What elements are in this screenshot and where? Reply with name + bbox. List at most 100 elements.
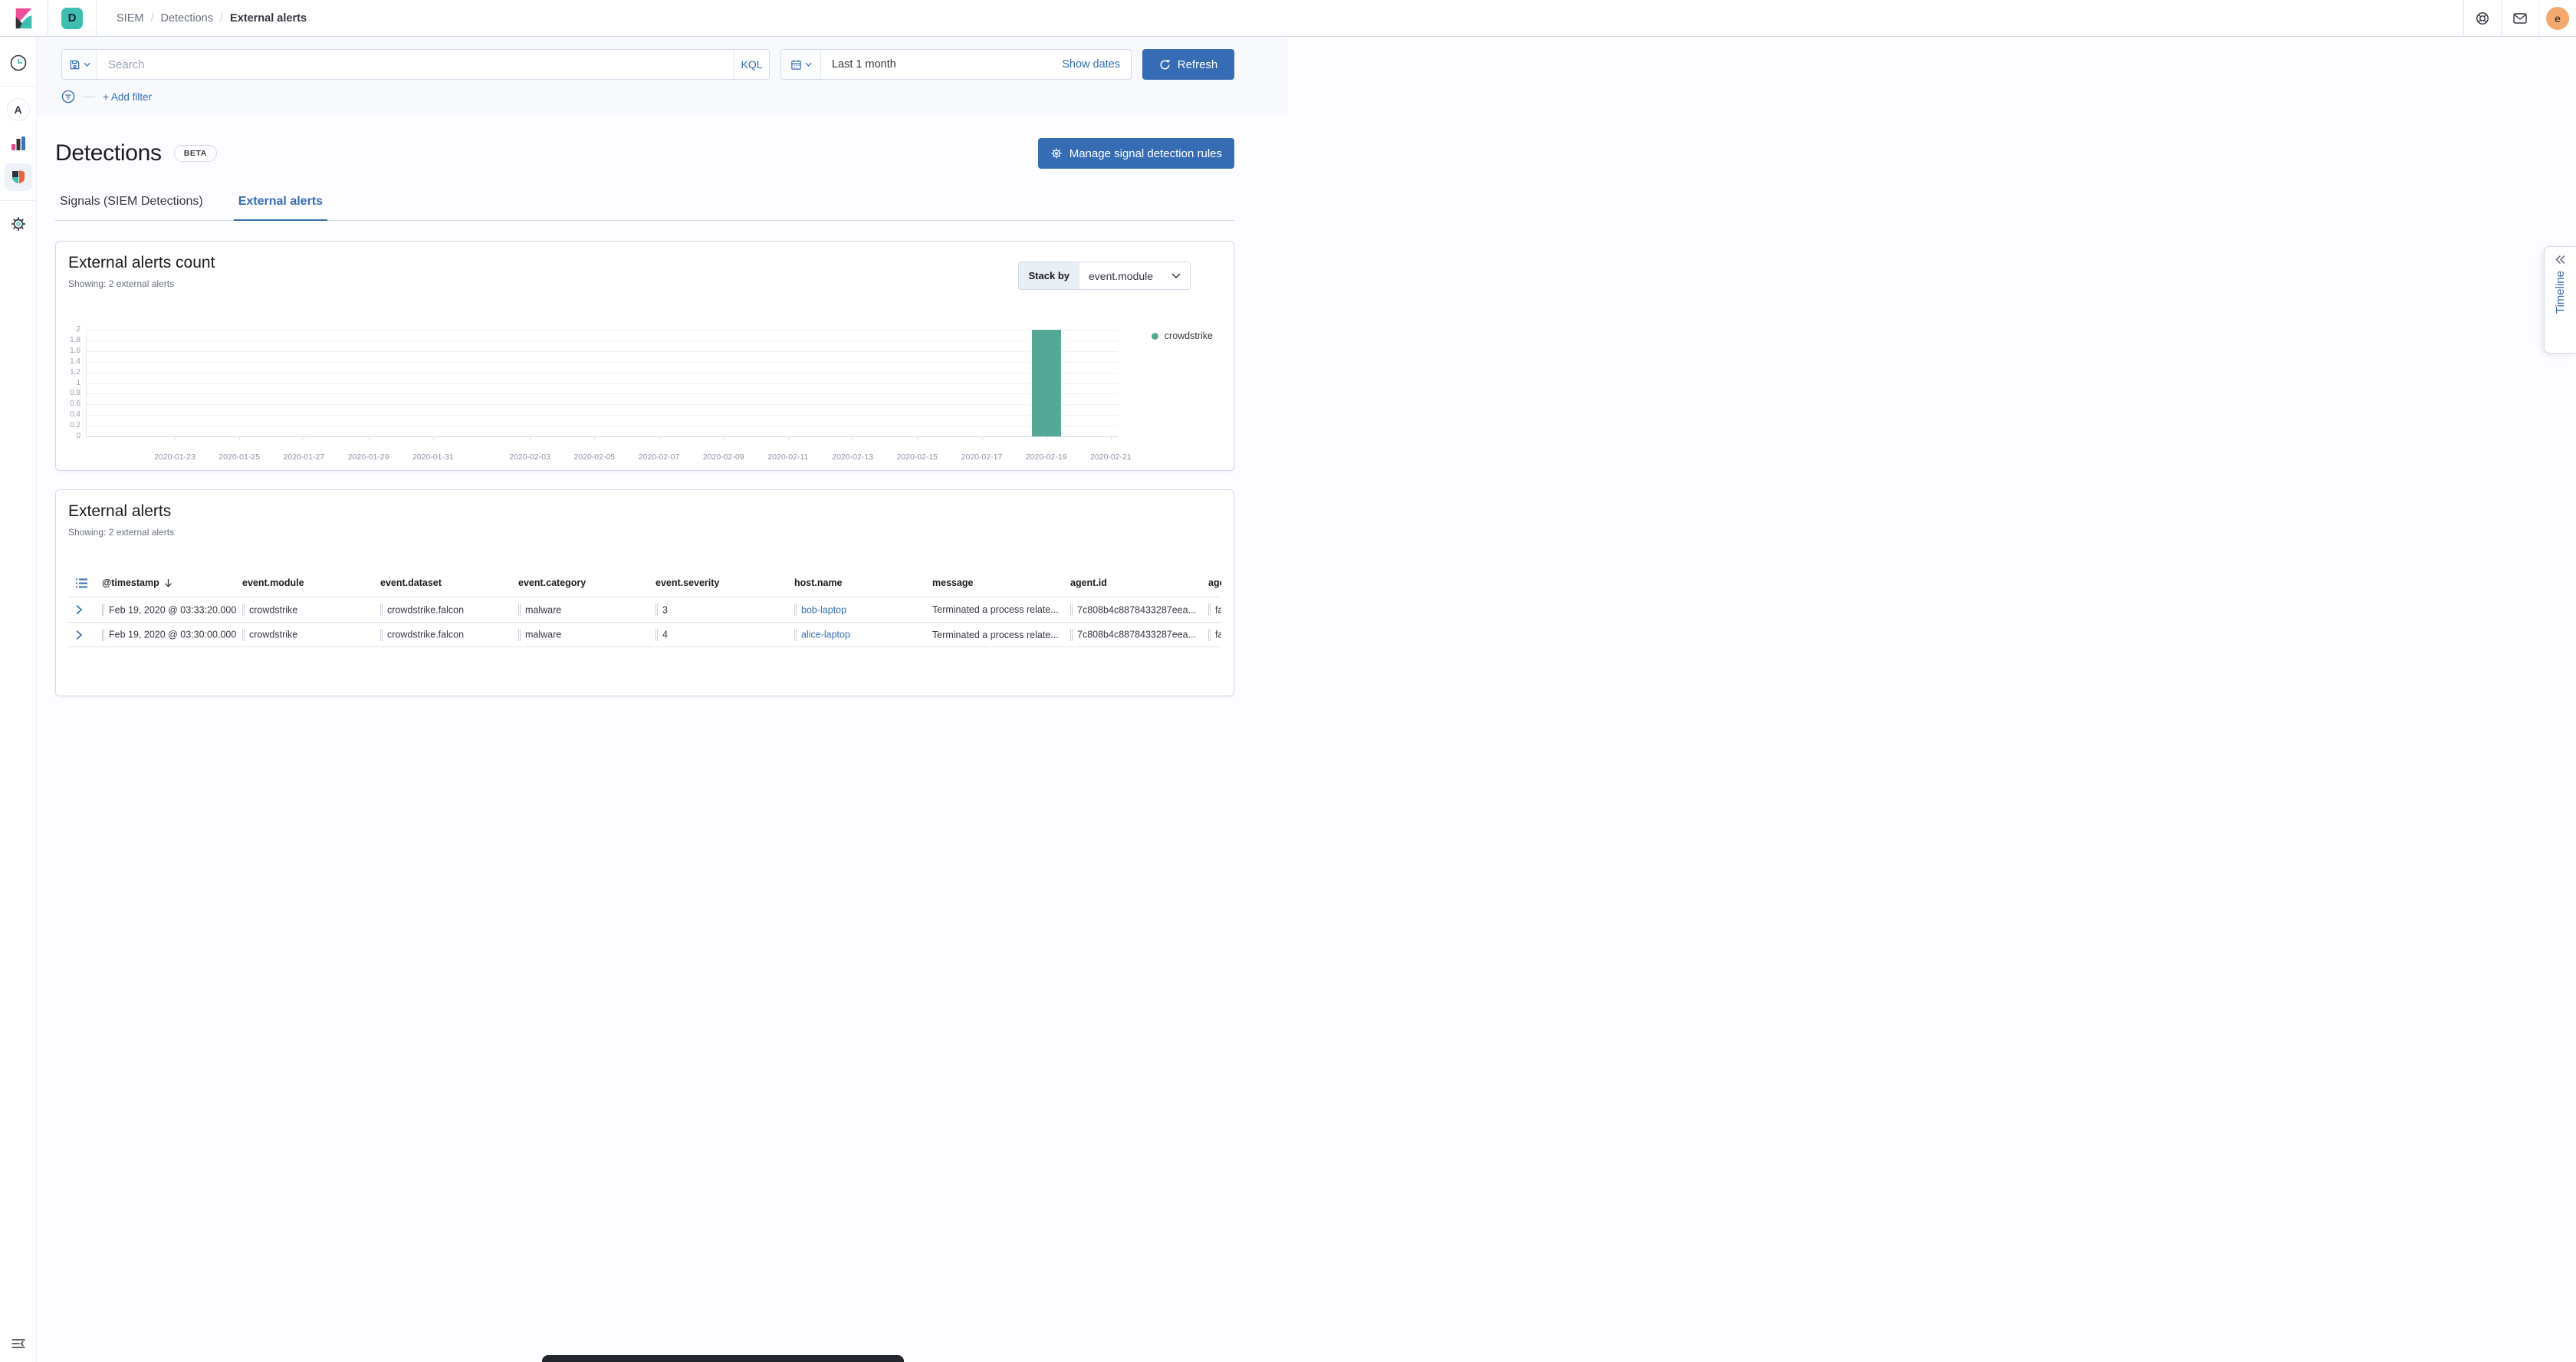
column-settings-button[interactable] (76, 578, 87, 592)
y-axis-tick: 2 (58, 325, 80, 334)
cell-hostname[interactable]: alice-laptop (794, 629, 850, 640)
cell-eventdataset: crowdstrike.falcon (380, 604, 464, 616)
sidebar-item-management[interactable] (5, 210, 32, 238)
user-menu-button[interactable]: e (2539, 0, 2576, 36)
space-switcher-badge[interactable]: D (61, 8, 83, 29)
drag-handle[interactable] (380, 604, 383, 616)
column-header-eventmodule[interactable]: event.module (242, 577, 304, 588)
query-section: KQL Last 1 month Show dates (37, 37, 1288, 115)
main-content: KQL Last 1 month Show dates (37, 0, 1288, 696)
detections-tabs: Signals (SIEM Detections) External alert… (55, 192, 1234, 221)
column-header-hostname[interactable]: host.name (794, 577, 843, 588)
drag-handle[interactable] (102, 629, 104, 640)
drag-handle[interactable] (102, 604, 104, 616)
x-axis-tick: 2020-02-11 (767, 452, 808, 462)
y-axis-tick: 1.2 (58, 368, 80, 377)
alert-row: Feb 19, 2020 @ 03:33:20.000crowdstrikecr… (68, 597, 1221, 622)
tab-external-alerts[interactable]: External alerts (234, 192, 327, 220)
drag-handle[interactable] (1208, 604, 1211, 616)
newsfeed-button[interactable] (2502, 0, 2538, 36)
sidebar-item-visualize[interactable] (5, 130, 32, 157)
x-axis-tick-mark (917, 436, 918, 440)
help-button[interactable] (2464, 0, 2501, 36)
gridline (86, 330, 1118, 331)
bar-chart-icon (10, 135, 27, 152)
x-axis-tick: 2020-01-31 (412, 452, 454, 462)
drag-handle[interactable] (518, 604, 521, 616)
cell-timestamp: Feb 19, 2020 @ 03:30:00.000 (102, 629, 236, 640)
sidebar-item-siem[interactable] (5, 163, 32, 191)
cell-hostname[interactable]: bob-laptop (794, 604, 846, 616)
drag-handle[interactable] (518, 629, 521, 640)
drag-handle[interactable] (1070, 604, 1073, 616)
drag-handle[interactable] (656, 604, 658, 616)
external-alerts-count-panel: External alerts count Showing: 2 externa… (55, 241, 1234, 471)
filter-icon[interactable] (61, 90, 75, 104)
breadcrumb-siem[interactable]: SIEM (117, 12, 143, 25)
kql-button[interactable]: KQL (734, 50, 769, 79)
show-dates-button[interactable]: Show dates (1062, 50, 1131, 79)
x-axis-tick: 2020-01-25 (219, 452, 260, 462)
expand-row-button[interactable] (76, 630, 83, 640)
chevron-down-icon (805, 62, 812, 67)
timeline-flyout-button[interactable]: Timeline (2544, 246, 2576, 354)
breadcrumb: SIEM / Detections / External alerts (117, 12, 307, 25)
mail-icon (2513, 13, 2527, 24)
collapse-nav-icon (12, 1338, 25, 1349)
clock-icon (9, 54, 28, 72)
gridline (86, 362, 1118, 363)
refresh-button[interactable]: Refresh (1142, 49, 1234, 80)
y-axis-tick: 1.4 (58, 357, 80, 366)
expand-row-button[interactable] (76, 605, 83, 615)
x-axis-tick-mark (594, 436, 595, 440)
cell-agentid: 7c808b4c8878433287eea... (1070, 629, 1196, 640)
gridline (86, 415, 1118, 416)
x-axis-tick-mark (982, 436, 983, 440)
chevron-right-icon (76, 630, 83, 640)
refresh-icon (1159, 59, 1171, 71)
x-axis-tick-mark (433, 436, 434, 440)
column-header-eventcategory[interactable]: event.category (518, 577, 586, 588)
kibana-logo[interactable] (0, 0, 48, 36)
column-header-message[interactable]: message (932, 577, 974, 588)
date-quick-menu-button[interactable] (781, 50, 821, 79)
x-axis-tick: 2020-01-27 (284, 452, 325, 462)
drag-handle[interactable] (656, 629, 658, 640)
breadcrumb-detections[interactable]: Detections (160, 12, 213, 25)
drag-handle[interactable] (1070, 629, 1073, 640)
recently-viewed-button[interactable] (5, 49, 32, 77)
search-input[interactable] (97, 50, 734, 79)
tab-signals[interactable]: Signals (SIEM Detections) (55, 192, 208, 220)
column-header-age[interactable]: age (1208, 577, 1221, 588)
column-header-eventseverity[interactable]: event.severity (656, 577, 719, 588)
gridline (86, 436, 1118, 437)
cell-eventmodule: crowdstrike (242, 604, 297, 616)
x-axis-tick: 2020-01-23 (154, 452, 196, 462)
horizontal-scrollbar-thumb[interactable] (542, 1355, 904, 1362)
drag-handle[interactable] (380, 629, 383, 640)
column-header-timestamp[interactable]: @timestamp (102, 577, 172, 588)
column-header-eventdataset[interactable]: event.dataset (380, 577, 442, 588)
x-axis-tick: 2020-02-07 (639, 452, 680, 462)
page-title: Detections (55, 140, 162, 166)
drag-handle[interactable] (242, 604, 245, 616)
sidebar-item-apm[interactable]: A (5, 96, 32, 123)
gridline (86, 383, 1118, 384)
saved-query-menu-button[interactable] (62, 50, 97, 79)
drag-handle[interactable] (242, 629, 245, 640)
cell-eventseverity: 4 (656, 629, 668, 640)
divider (96, 0, 97, 36)
cell-message: Terminated a process relate... (932, 630, 1059, 640)
y-axis-line (86, 330, 87, 436)
drag-handle[interactable] (1208, 629, 1211, 640)
collapse-nav-button[interactable] (12, 1338, 25, 1353)
drag-handle[interactable] (794, 604, 797, 616)
drag-handle[interactable] (794, 629, 797, 640)
manage-signal-detection-rules-button[interactable]: Manage signal detection rules (1038, 138, 1234, 169)
column-header-agentid[interactable]: agent.id (1070, 577, 1107, 588)
gridline (86, 351, 1118, 352)
add-filter-button[interactable]: + Add filter (103, 91, 152, 103)
date-range-value[interactable]: Last 1 month (821, 50, 896, 79)
help-lifering-icon (2476, 12, 2489, 25)
chart-legend[interactable]: crowdstrike (1152, 331, 1213, 341)
